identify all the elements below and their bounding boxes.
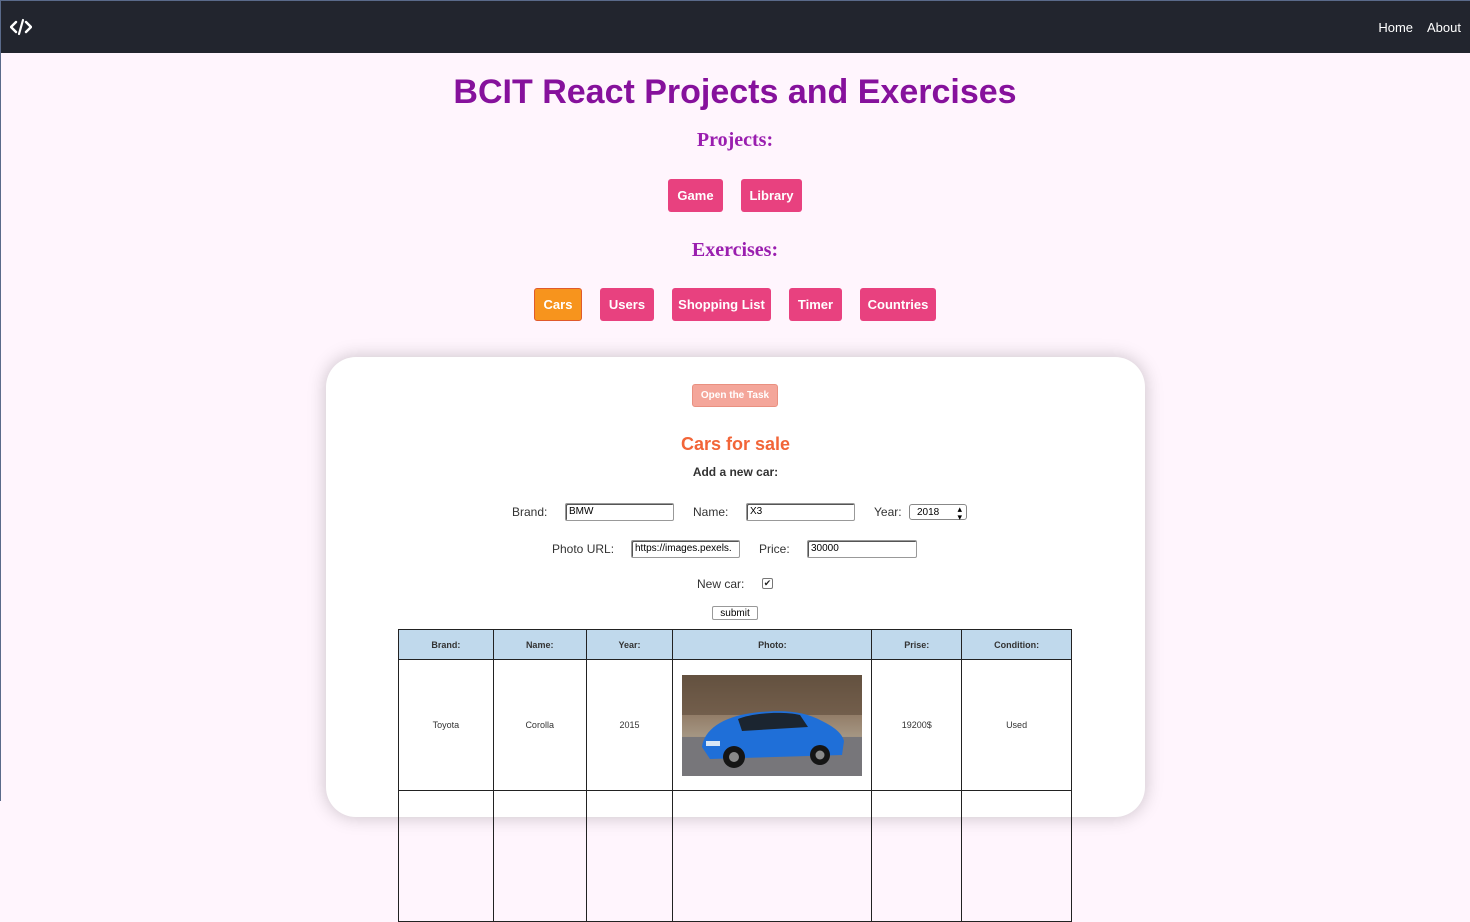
header-brand: Brand: bbox=[398, 629, 494, 660]
cars-title: Cars for sale bbox=[680, 434, 791, 454]
car-photo bbox=[682, 674, 863, 776]
nav-home-link[interactable]: Home bbox=[1378, 20, 1413, 35]
cell-year: 2015 bbox=[585, 659, 674, 791]
nav-about-link[interactable]: About bbox=[1427, 20, 1461, 35]
header-price: Prise: bbox=[871, 629, 963, 660]
table-header-row: Brand: Name: Year: Photo: Prise: Conditi… bbox=[398, 629, 1072, 660]
cell-condition: Used bbox=[961, 659, 1072, 791]
project-library-button[interactable]: Library bbox=[741, 179, 802, 212]
submit-button[interactable]: submit bbox=[712, 606, 758, 620]
select-arrows-icon: ▴ ▾ bbox=[957, 504, 962, 522]
cell-name: Corolla bbox=[492, 659, 587, 791]
add-car-subtitle: Add a new car: bbox=[692, 465, 779, 479]
year-select[interactable]: 2018 ▴ ▾ bbox=[909, 504, 967, 522]
page-title: BCIT React Projects and Exercises bbox=[453, 73, 1017, 111]
year-label: Year: bbox=[874, 505, 902, 519]
year-select-value: 2018 bbox=[917, 506, 940, 518]
new-car-label: New car: bbox=[697, 577, 745, 591]
project-game-button[interactable]: Game bbox=[668, 179, 723, 212]
header-photo: Photo: bbox=[672, 629, 873, 660]
exercise-users-button[interactable]: Users bbox=[600, 288, 654, 321]
name-label: Name: bbox=[693, 505, 729, 519]
exercise-shopping-list-button[interactable]: Shopping List bbox=[672, 288, 771, 321]
photo-url-label: Photo URL: bbox=[552, 542, 615, 556]
exercise-countries-button[interactable]: Countries bbox=[860, 288, 936, 321]
brand-label: Brand: bbox=[512, 505, 548, 519]
name-input[interactable]: X3 bbox=[746, 503, 855, 521]
header-condition: Condition: bbox=[961, 629, 1072, 660]
header-name: Name: bbox=[492, 629, 587, 660]
cars-table: Brand: Name: Year: Photo: Prise: Conditi… bbox=[398, 629, 1072, 922]
new-car-checkbox[interactable]: ✔ bbox=[762, 578, 773, 589]
window-border bbox=[0, 53, 1, 801]
code-icon[interactable] bbox=[10, 17, 32, 37]
cars-card: Open the Task Cars for sale Add a new ca… bbox=[326, 357, 1145, 922]
cell-price: 19200$ bbox=[871, 659, 963, 791]
navbar: Home About bbox=[0, 0, 1470, 53]
exercise-cars-button[interactable]: Cars bbox=[534, 288, 582, 321]
projects-heading: Projects: bbox=[696, 129, 774, 151]
header-year: Year: bbox=[585, 629, 674, 660]
exercises-heading: Exercises: bbox=[691, 239, 779, 261]
table-row: Toyota Corolla 2015 19200$ Used bbox=[398, 659, 1072, 791]
exercise-timer-button[interactable]: Timer bbox=[789, 288, 842, 321]
cell-photo bbox=[672, 659, 873, 791]
price-input[interactable]: 30000 bbox=[807, 540, 917, 558]
nav-links: Home About bbox=[1378, 20, 1461, 35]
brand-input[interactable]: BMW bbox=[565, 503, 674, 521]
open-task-button[interactable]: Open the Task bbox=[692, 384, 778, 407]
table-row bbox=[398, 790, 1072, 922]
price-label: Price: bbox=[759, 542, 790, 556]
photo-url-input[interactable]: https://images.pexels. bbox=[631, 540, 740, 558]
car-image bbox=[682, 674, 863, 776]
cell-brand: Toyota bbox=[398, 659, 494, 791]
